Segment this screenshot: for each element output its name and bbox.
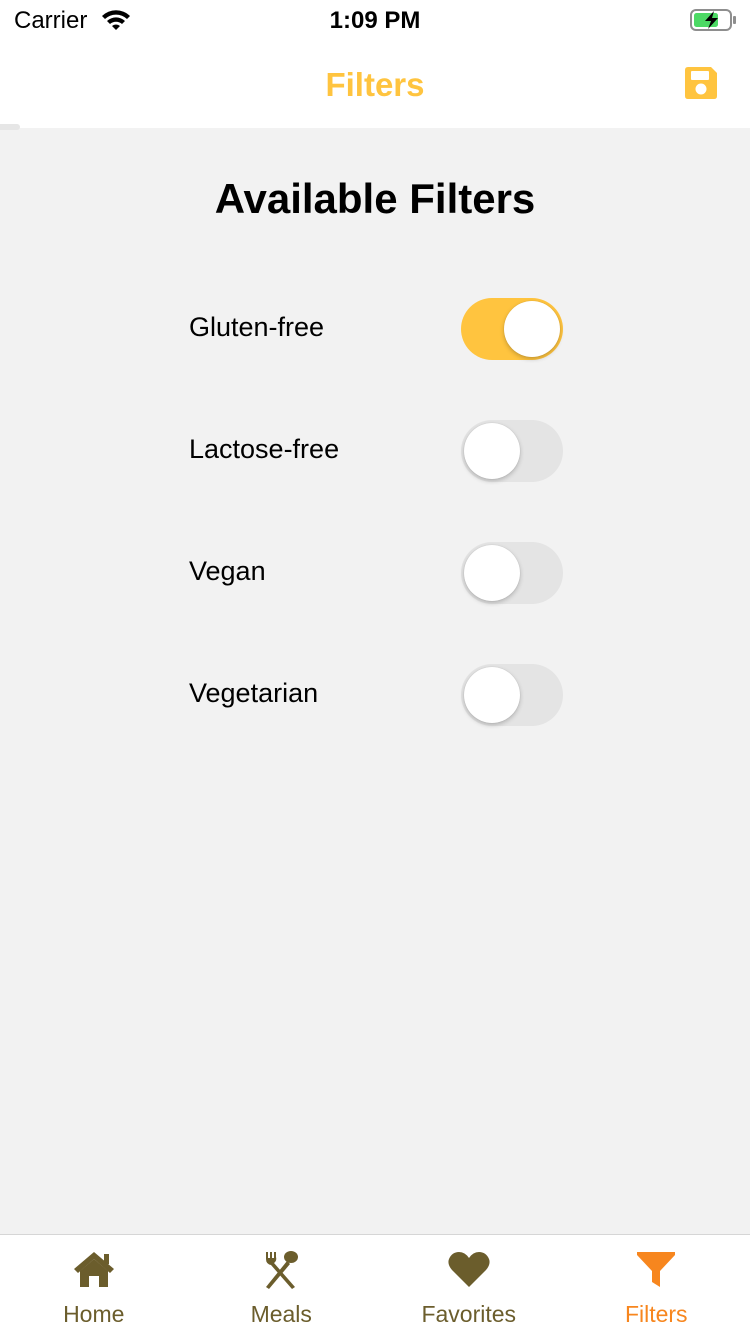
filter-row-vegetarian: Vegetarian [189, 664, 563, 726]
tab-label: Meals [250, 1301, 312, 1327]
tab-bar: Home Meals Favorites Filters [0, 1234, 750, 1334]
filter-row-gluten-free: Gluten-free [189, 298, 563, 360]
utensils-icon [266, 1251, 299, 1289]
gluten-free-switch[interactable] [461, 298, 563, 360]
save-button[interactable] [682, 64, 720, 102]
status-bar: Carrier 1:09 PM [0, 0, 750, 40]
vegetarian-switch[interactable] [461, 664, 563, 726]
tab-filters[interactable]: Filters [563, 1235, 750, 1334]
nav-title: Filters [325, 66, 425, 103]
filter-row-vegan: Vegan [189, 542, 563, 604]
heart-icon [448, 1252, 490, 1287]
switch-knob [464, 423, 520, 479]
status-time: 1:09 PM [329, 7, 421, 34]
filter-label: Lactose-free [189, 434, 340, 464]
tab-label: Favorites [421, 1301, 517, 1327]
page-title: Available Filters [214, 175, 536, 222]
filter-label: Gluten-free [189, 312, 325, 342]
floppy-disk-icon [685, 67, 717, 99]
tab-label: Filters [624, 1301, 688, 1327]
battery-charging-icon [690, 9, 736, 31]
back-swipe-edge [0, 124, 20, 130]
tab-label: Home [63, 1301, 125, 1327]
tab-favorites[interactable]: Favorites [375, 1235, 563, 1334]
switch-knob [504, 301, 560, 357]
vegan-switch[interactable] [461, 542, 563, 604]
switch-knob [464, 545, 520, 601]
filter-label: Vegetarian [189, 678, 319, 708]
filter-label: Vegan [189, 556, 266, 586]
tab-meals[interactable]: Meals [188, 1235, 376, 1334]
funnel-icon [637, 1252, 676, 1287]
home-icon [73, 1252, 114, 1287]
tab-home[interactable]: Home [0, 1235, 188, 1334]
switch-knob [464, 667, 520, 723]
navigation-bar: Filters [0, 40, 750, 128]
lactose-free-switch[interactable] [461, 420, 563, 482]
filter-row-lactose-free: Lactose-free [189, 420, 563, 482]
filters-screen: Carrier 1:09 PM Filters Available Filter… [0, 0, 750, 1334]
